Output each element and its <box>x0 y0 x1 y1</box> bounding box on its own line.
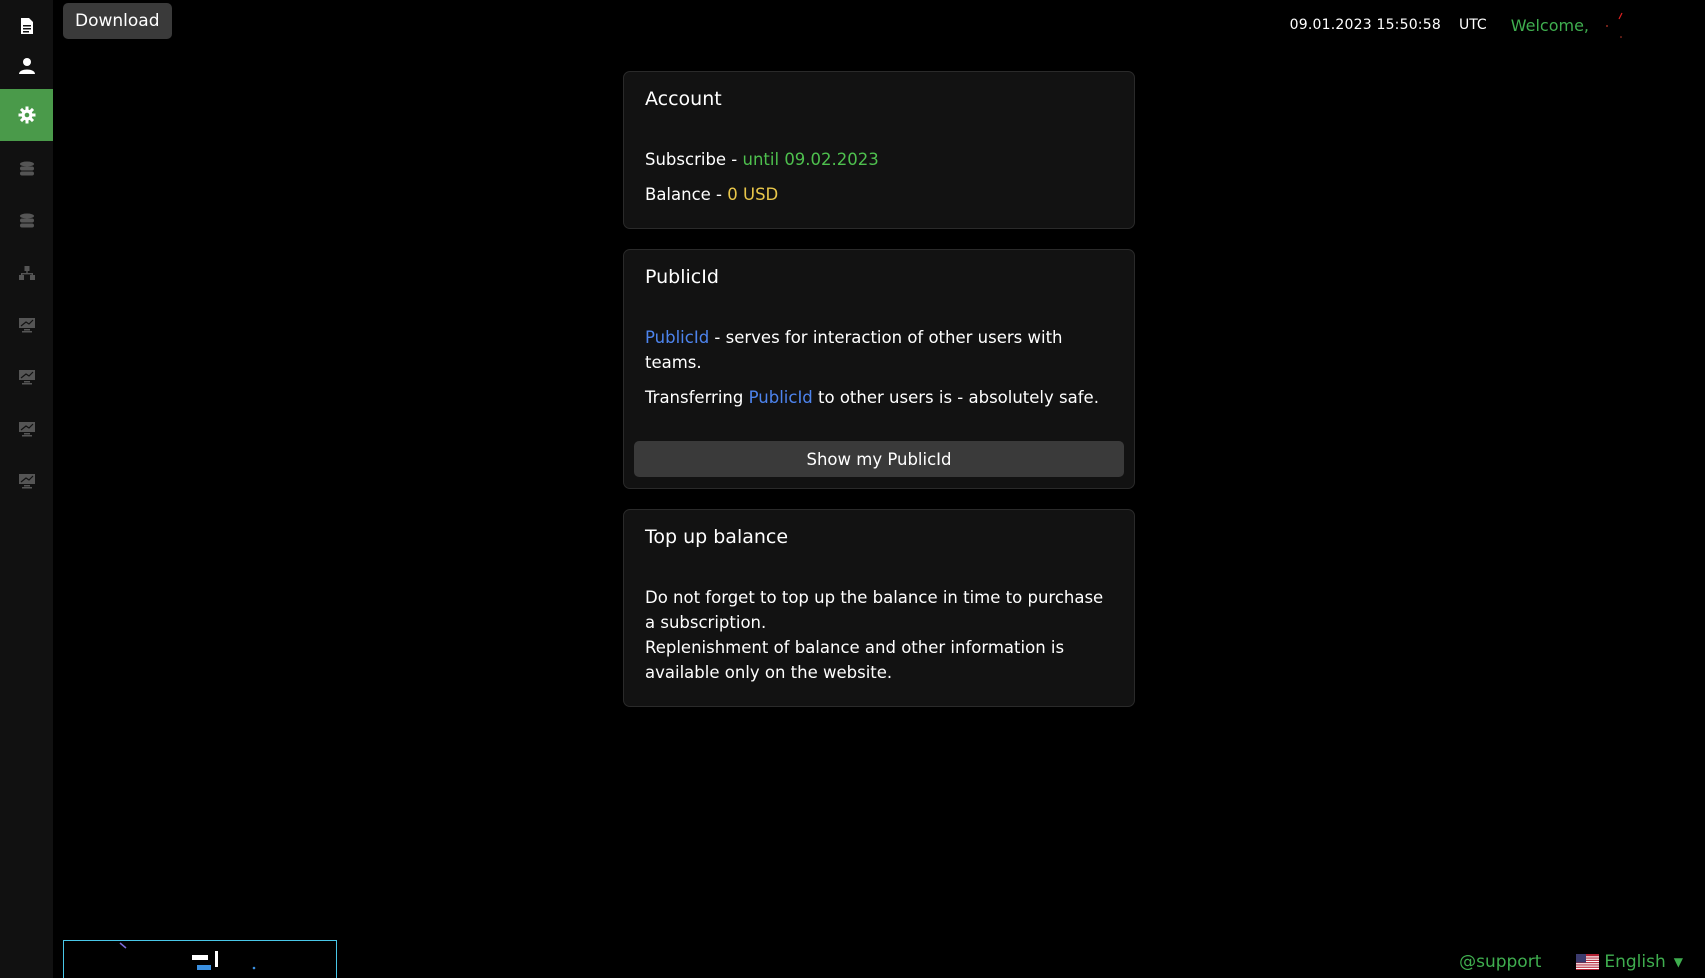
subscribe-value: until 09.02.2023 <box>742 150 879 169</box>
monitor-icon <box>18 474 35 489</box>
publicid-link[interactable]: PublicId <box>645 328 709 347</box>
topup-line-2: Replenishment of balance and other infor… <box>645 638 1065 682</box>
monitor-icon <box>18 422 35 437</box>
subscribe-row: Subscribe - until 09.02.2023 <box>645 147 1118 172</box>
transfer-post: to other users is - absolutely safe. <box>812 388 1099 407</box>
gear-icon <box>18 106 35 124</box>
language-selector[interactable]: English ▼ <box>1576 952 1683 972</box>
balance-value: 0 USD <box>727 185 779 204</box>
timezone: UTC <box>1458 17 1487 33</box>
publicid-body: PublicId - serves for interaction of oth… <box>645 325 1118 420</box>
header-status: 09.01.2023 15:50:58 UTC Welcome, <box>1290 10 1625 40</box>
account-card: Account Subscribe - until 09.02.2023 Bal… <box>623 71 1135 229</box>
sidebar-item-database-1[interactable] <box>0 143 53 195</box>
language-label: English <box>1604 952 1666 972</box>
download-button[interactable]: Download <box>63 3 172 39</box>
user-mark-icon <box>1606 12 1623 38</box>
topup-card: Top up balance Do not forget to top up t… <box>623 509 1135 707</box>
transfer-publicid-link[interactable]: PublicId <box>749 388 813 407</box>
balance-label: Balance - <box>645 185 728 204</box>
datetime: 09.01.2023 15:50:58 <box>1289 17 1441 33</box>
topup-title: Top up balance <box>645 526 789 548</box>
show-publicid-button[interactable]: Show my PublicId <box>634 441 1124 477</box>
sidebar-item-monitor-1[interactable] <box>0 299 53 351</box>
database-icon <box>19 213 34 228</box>
subscribe-label: Subscribe - <box>645 150 743 169</box>
sidebar-item-profile[interactable] <box>0 40 53 92</box>
publicid-title: PublicId <box>645 266 719 288</box>
sidebar-item-monitor-4[interactable] <box>0 455 53 507</box>
sidebar-item-monitor-3[interactable] <box>0 403 53 455</box>
welcome-text: Welcome, <box>1510 15 1589 35</box>
publicid-description: PublicId - serves for interaction of oth… <box>645 325 1118 375</box>
database-icon <box>19 161 34 176</box>
sidebar-item-network[interactable] <box>0 247 53 299</box>
sidebar-item-database-2[interactable] <box>0 195 53 247</box>
publicid-transfer: Transferring PublicId to other users is … <box>645 385 1118 410</box>
transfer-pre: Transferring <box>645 388 749 407</box>
support-link[interactable]: @support <box>1459 952 1541 972</box>
us-flag-icon <box>1576 954 1600 970</box>
publicid-card: PublicId PublicId - serves for interacti… <box>623 249 1135 489</box>
monitor-icon <box>18 370 35 385</box>
account-title: Account <box>645 88 722 110</box>
topup-line-1: Do not forget to top up the balance in t… <box>645 588 1104 632</box>
preview-graphic <box>119 942 256 970</box>
chevron-down-icon: ▼ <box>1673 955 1683 969</box>
sidebar <box>0 0 53 978</box>
preview-thumbnail[interactable] <box>63 940 337 978</box>
footer: @support English ▼ <box>1459 952 1683 972</box>
monitor-icon <box>18 318 35 333</box>
user-icon <box>18 58 35 74</box>
network-icon <box>18 266 35 280</box>
balance-row: Balance - 0 USD <box>645 182 1118 207</box>
sidebar-item-settings[interactable] <box>0 89 53 141</box>
document-icon <box>20 18 33 34</box>
topup-body: Do not forget to top up the balance in t… <box>645 585 1118 685</box>
sidebar-item-monitor-2[interactable] <box>0 351 53 403</box>
account-body: Subscribe - until 09.02.2023 Balance - 0… <box>645 147 1118 217</box>
